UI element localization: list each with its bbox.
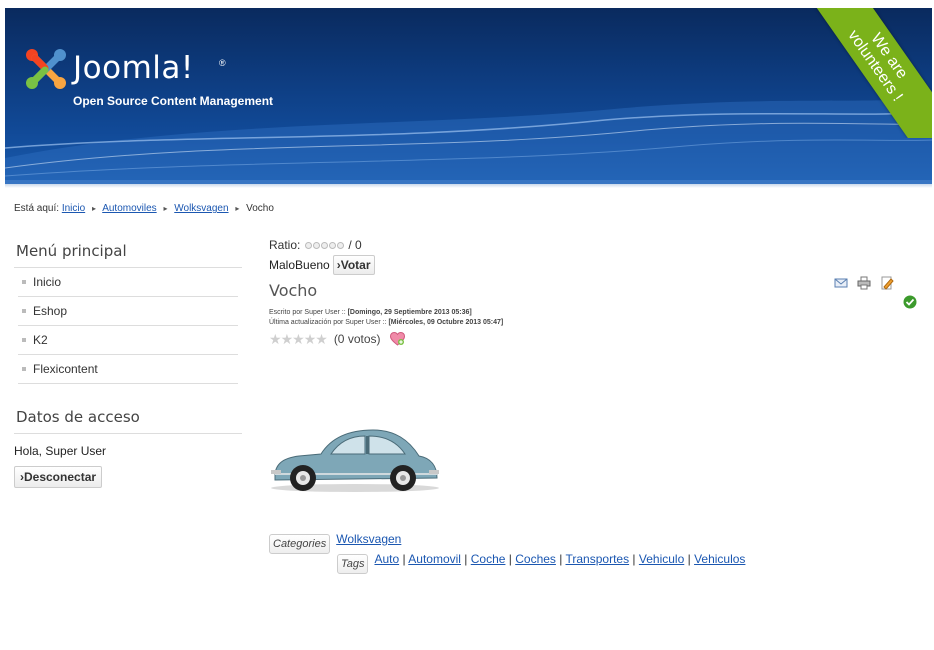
vote-button[interactable]: ›Votar — [332, 255, 375, 275]
logo-tagline: Open Source Content Management — [73, 94, 274, 108]
tag-link[interactable]: Coches — [515, 552, 556, 566]
written-by-label: Escrito por Super User :: — [269, 309, 346, 316]
menu-item-k2[interactable]: K2 — [18, 326, 238, 355]
menu-item-inicio[interactable]: Inicio — [18, 268, 238, 297]
tags-label: Tags — [337, 554, 369, 574]
tag-link[interactable]: Auto — [374, 552, 399, 566]
header-divider — [5, 184, 932, 188]
breadcrumb-link-inicio[interactable]: Inicio — [62, 203, 85, 214]
tag-link[interactable]: Transportes — [566, 552, 630, 566]
main-menu: Inicio Eshop K2 Flexicontent — [18, 268, 238, 384]
menu-item-label[interactable]: Inicio — [33, 275, 61, 289]
logout-button[interactable]: ›Desconectar — [14, 466, 103, 488]
article-meta: Escrito por Super User :: [Domingo, 29 S… — [269, 308, 919, 328]
written-by-line: Escrito por Super User :: [Domingo, 29 S… — [269, 308, 919, 318]
star-rating-icon[interactable]: ★ ★ ★ ★ ★ — [269, 332, 328, 346]
ratio-dots-icon — [305, 241, 345, 249]
rating-summary: Ratio: / 0 — [269, 238, 919, 252]
tag-link[interactable]: Automovil — [408, 552, 461, 566]
breadcrumb-current: Vocho — [246, 203, 274, 214]
written-date: [Domingo, 29 Septiembre 2013 05:36] — [347, 309, 472, 316]
breadcrumb-link-wolksvagen[interactable]: Wolksvagen — [174, 203, 228, 214]
breadcrumb-separator-icon: ▸ — [235, 204, 240, 213]
ratio-label: Ratio: — [269, 238, 301, 252]
menu-item-eshop[interactable]: Eshop — [18, 297, 238, 326]
updated-by-line: Última actualización por Super User :: [… — [269, 318, 919, 328]
updated-date: [Miércoles, 09 Octubre 2013 05:47] — [388, 319, 504, 326]
print-icon[interactable] — [857, 276, 871, 290]
sidebar: Menú principal Inicio Eshop K2 Flexicont… — [14, 240, 242, 488]
login-module-title: Datos de acceso — [14, 406, 242, 434]
category-links: Wolksvagen — [336, 532, 401, 546]
tag-link[interactable]: Vehiculos — [694, 552, 745, 566]
category-link[interactable]: Wolksvagen — [336, 532, 401, 546]
main-menu-title: Menú principal — [14, 240, 242, 268]
breadcrumb: Está aquí: Inicio ▸ Automoviles ▸ Wolksv… — [14, 203, 274, 214]
login-greeting: Hola, Super User — [14, 444, 107, 458]
tag-link[interactable]: Coche — [471, 552, 506, 566]
site-header: Joomla! ® Open Source Content Management… — [5, 8, 932, 186]
breadcrumb-prefix: Está aquí: — [14, 203, 60, 214]
menu-item-flexicontent[interactable]: Flexicontent — [18, 355, 238, 384]
joomla-logo-icon[interactable] — [23, 46, 69, 92]
star-rating: ★ ★ ★ ★ ★ (0 votos) — [269, 332, 919, 346]
heart-icon[interactable] — [389, 332, 405, 346]
check-icon — [903, 295, 917, 309]
article-actions — [834, 276, 894, 290]
breadcrumb-link-automoviles[interactable]: Automoviles — [102, 203, 156, 214]
edit-icon[interactable] — [880, 276, 894, 290]
vote-options[interactable]: MaloBueno — [269, 258, 330, 272]
vote-form: MaloBueno ›Votar — [269, 255, 919, 275]
breadcrumb-separator-icon: ▸ — [91, 204, 96, 213]
menu-item-label[interactable]: Flexicontent — [33, 362, 98, 376]
article-title: Vocho — [269, 281, 318, 300]
logo-registered-mark: ® — [219, 58, 226, 68]
email-icon[interactable] — [834, 276, 848, 290]
updated-by-label: Última actualización por Super User :: — [269, 319, 387, 326]
volunteers-ribbon: We are volunteers ! — [812, 8, 932, 138]
menu-item-label[interactable]: K2 — [33, 333, 48, 347]
categories-row: Categories Wolksvagen — [269, 532, 401, 554]
vocho-car-image — [271, 429, 439, 492]
votes-count: (0 votos) — [333, 332, 381, 346]
tags-row: Tags Auto | Automovil | Coche | Coches |… — [337, 552, 745, 574]
breadcrumb-separator-icon: ▸ — [163, 204, 168, 213]
ratio-value: / 0 — [348, 238, 362, 252]
tag-links: Auto | Automovil | Coche | Coches | Tran… — [374, 552, 746, 566]
tag-link[interactable]: Vehiculo — [639, 552, 684, 566]
article: Ratio: / 0 MaloBueno ›Votar Vocho Escrit… — [269, 238, 919, 574]
categories-label: Categories — [269, 534, 331, 554]
logo-text[interactable]: Joomla! — [73, 50, 194, 86]
menu-item-label[interactable]: Eshop — [33, 304, 67, 318]
